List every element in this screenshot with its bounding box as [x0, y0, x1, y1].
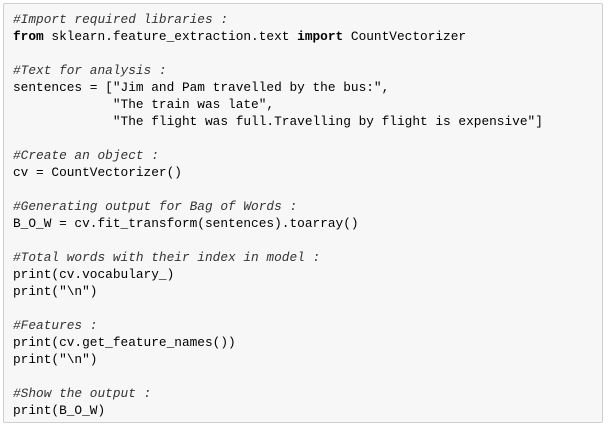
code-text: "The train was late", [13, 97, 275, 112]
code-text: print("\n") [13, 284, 98, 299]
code-line: print("\n") [13, 351, 602, 368]
code-text: "The flight was full.Travelling by fligh… [13, 114, 543, 129]
code-line: print(B_O_W) [13, 402, 602, 419]
code-line: #Total words with their index in model : [13, 249, 602, 266]
code-line: #Show the output : [13, 385, 602, 402]
code-comment: #Total words with their index in model : [13, 250, 321, 265]
code-line: print(cv.vocabulary_) [13, 266, 602, 283]
code-text: print(cv.vocabulary_) [13, 267, 175, 282]
code-line: #Import required libraries : [13, 11, 602, 28]
code-text: print("\n") [13, 352, 98, 367]
code-comment: #Features : [13, 318, 98, 333]
code-text: print(B_O_W) [13, 403, 106, 418]
code-line: "The flight was full.Travelling by fligh… [13, 113, 602, 130]
code-text: sklearn.feature_extraction.text [43, 29, 298, 44]
code-line: cv = CountVectorizer() [13, 164, 602, 181]
code-comment: #Create an object : [13, 148, 159, 163]
code-line: #Generating output for Bag of Words : [13, 198, 602, 215]
code-line: B_O_W = cv.fit_transform(sentences).toar… [13, 215, 602, 232]
code-comment: #Text for analysis : [13, 63, 167, 78]
code-cell[interactable]: #Import required libraries : from sklearn… [3, 3, 603, 423]
code-text: cv = CountVectorizer() [13, 165, 182, 180]
code-text: sentences = ["Jim and Pam travelled by t… [13, 80, 390, 95]
code-comment: #Import required libraries : [13, 12, 229, 27]
code-line: #Features : [13, 317, 602, 334]
code-comment: #Generating output for Bag of Words : [13, 199, 298, 214]
code-line: print("\n") [13, 283, 602, 300]
code-line: sentences = ["Jim and Pam travelled by t… [13, 79, 602, 96]
code-line: print(cv.get_feature_names()) [13, 334, 602, 351]
code-keyword: import [297, 29, 344, 44]
code-line: #Create an object : [13, 147, 602, 164]
code-text: CountVectorizer [343, 29, 467, 44]
code-line: "The train was late", [13, 96, 602, 113]
code-text: print(cv.get_feature_names()) [13, 335, 236, 350]
code-line: from sklearn.feature_extraction.text imp… [13, 28, 602, 45]
code-text: B_O_W = cv.fit_transform(sentences).toar… [13, 216, 359, 231]
code-comment: #Show the output : [13, 386, 152, 401]
code-keyword: from [13, 29, 44, 44]
code-line: #Text for analysis : [13, 62, 602, 79]
